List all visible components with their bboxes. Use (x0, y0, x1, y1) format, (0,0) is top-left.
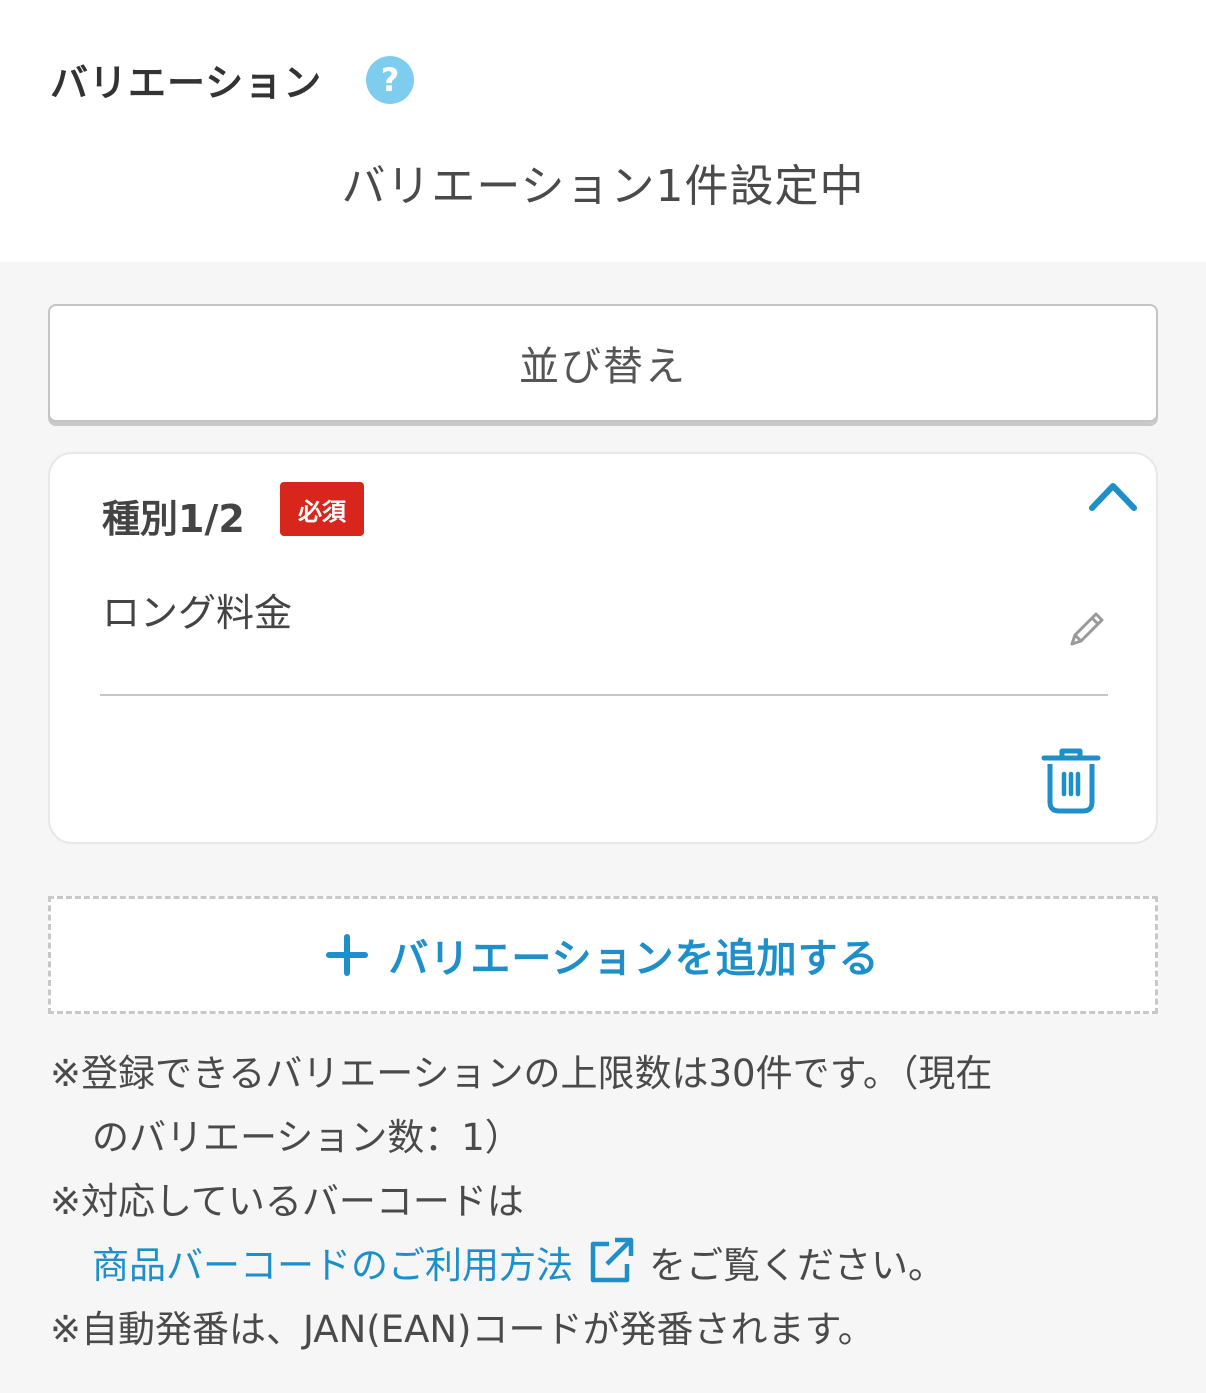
note-limit-current: のバリエーション数：1） (92, 1116, 522, 1159)
pencil-icon[interactable] (1062, 604, 1112, 654)
note-barcode: ※対応しているバーコードは (50, 1180, 524, 1223)
variation-type-label: 種別1/2 (102, 497, 245, 541)
note-barcode-suffix: をご覧ください。 (649, 1244, 945, 1287)
note-barcode-link-line: 商品バーコードのご利用方法 をご覧ください。 (50, 1234, 1160, 1298)
trash-icon[interactable] (1040, 746, 1102, 816)
section-title: バリエーション (50, 61, 323, 105)
variation-name-field[interactable]: ロング料金 (102, 582, 292, 637)
required-badge: 必須 (280, 482, 364, 536)
chevron-up-icon[interactable] (1086, 476, 1140, 516)
note-limit: ※登録できるバリエーションの上限数は30件です。（現在 (50, 1052, 993, 1095)
field-underline (100, 694, 1108, 696)
add-variation-label: バリエーションを追加する (388, 936, 880, 982)
barcode-guide-link[interactable]: 商品バーコードのご利用方法 (92, 1244, 573, 1287)
add-variation-button[interactable]: バリエーションを追加する (48, 896, 1158, 1014)
header-area: バリエーション ? バリエーション1件設定中 (0, 0, 1206, 262)
variation-count-status: バリエーション1件設定中 (341, 161, 865, 212)
notes: ※登録できるバリエーションの上限数は30件です。（現在 のバリエーション数：1）… (50, 1042, 1160, 1362)
external-link-icon[interactable] (587, 1236, 635, 1284)
sort-button[interactable]: 並び替え (48, 304, 1158, 422)
note-auto-number: ※自動発番は、JAN(EAN)コードが発番されます。 (50, 1308, 875, 1351)
plus-icon (326, 934, 369, 976)
help-icon[interactable]: ? (366, 56, 414, 104)
variation-card: 種別1/2 必須 ロング料金 (48, 452, 1158, 844)
